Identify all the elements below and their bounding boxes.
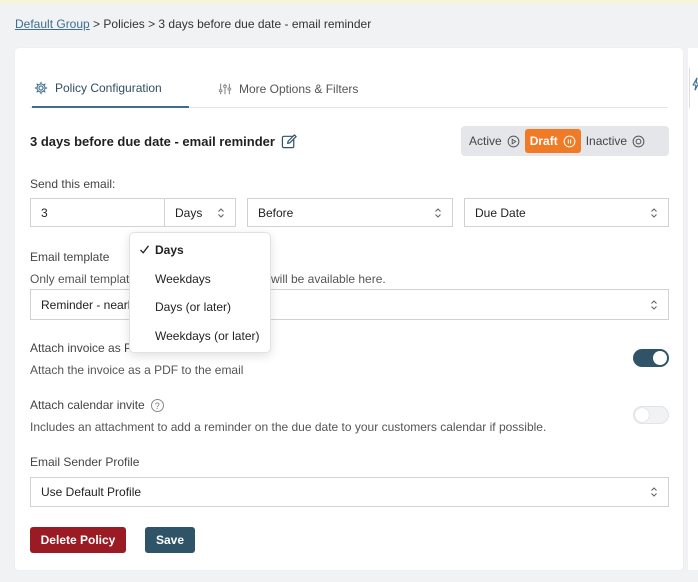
unit-value: Days bbox=[175, 205, 203, 220]
help-icon[interactable]: ? bbox=[150, 399, 164, 413]
amount-input[interactable]: 3 bbox=[30, 198, 165, 227]
tab-label: Policy Configuration bbox=[55, 81, 162, 95]
status-inactive-button[interactable]: Inactive bbox=[581, 129, 650, 153]
checkmark-icon bbox=[140, 245, 150, 254]
unit-option-days-or-later[interactable]: Days (or later) bbox=[130, 293, 270, 322]
attach-invoice-toggle[interactable] bbox=[633, 349, 669, 367]
email-sender-profile-select[interactable]: Use Default Profile bbox=[30, 477, 669, 507]
lightning-icon[interactable] bbox=[691, 77, 698, 91]
toggle-knob bbox=[635, 408, 649, 422]
sliders-icon bbox=[218, 83, 232, 95]
policy-title-text: 3 days before due date - email reminder bbox=[30, 134, 275, 149]
tab-more-options-filters[interactable]: More Options & Filters bbox=[216, 70, 360, 108]
unit-option-label: Weekdays (or later) bbox=[155, 328, 260, 343]
status-label: Active bbox=[469, 134, 502, 148]
status-label: Draft bbox=[529, 134, 558, 148]
unit-option-weekdays[interactable]: Weekdays bbox=[130, 265, 270, 294]
stop-circle-icon bbox=[632, 135, 645, 147]
breadcrumb-trail: > Policies > 3 days before due date - em… bbox=[89, 17, 372, 31]
email-template-select[interactable]: Reminder - nearl bbox=[30, 289, 669, 320]
unit-option-label: Days (or later) bbox=[155, 300, 232, 315]
unit-option-days[interactable]: Days bbox=[130, 236, 270, 265]
pause-circle-icon bbox=[563, 135, 576, 147]
attach-calendar-label: Attach calendar invite? bbox=[30, 398, 164, 413]
unit-option-weekdays-or-later[interactable]: Weekdays (or later) bbox=[130, 322, 270, 351]
amount-value: 3 bbox=[41, 205, 48, 220]
chevron-updown-icon bbox=[651, 487, 657, 497]
attach-invoice-label: Attach invoice as P bbox=[30, 341, 133, 355]
play-circle-icon bbox=[507, 135, 520, 147]
policy-title: 3 days before due date - email reminder bbox=[30, 133, 298, 150]
status-draft-button[interactable]: Draft bbox=[524, 129, 581, 153]
status-label: Inactive bbox=[585, 134, 628, 148]
chevron-updown-icon bbox=[651, 299, 657, 310]
policy-card: Policy Configuration More Options & Filt… bbox=[15, 48, 683, 570]
send-email-label: Send this email: bbox=[30, 177, 116, 191]
unit-dropdown-menu: Days Weekdays Days (or later) Weekdays (… bbox=[129, 232, 271, 353]
breadcrumb-link-default-group[interactable]: Default Group bbox=[15, 17, 90, 31]
top-notice-strip bbox=[0, 0, 698, 3]
attach-invoice-help: Attach the invoice as a PDF to the email bbox=[30, 363, 244, 377]
reference-date-select[interactable]: Due Date bbox=[464, 198, 669, 227]
delete-policy-button[interactable]: Delete Policy bbox=[30, 527, 126, 553]
unit-option-label: Weekdays bbox=[155, 271, 211, 286]
chevron-updown-icon bbox=[218, 207, 224, 218]
email-sender-profile-label: Email Sender Profile bbox=[30, 455, 140, 469]
attach-calendar-help: Includes an attachment to add a reminder… bbox=[30, 420, 547, 434]
chevron-updown-icon bbox=[651, 207, 657, 218]
status-active-button[interactable]: Active bbox=[464, 129, 525, 153]
email-template-help-right: will be available here. bbox=[271, 272, 386, 286]
divider bbox=[689, 68, 690, 108]
relation-select[interactable]: Before bbox=[247, 198, 453, 227]
toggle-knob bbox=[653, 351, 667, 365]
breadcrumb: Default Group > Policies > 3 days before… bbox=[15, 17, 371, 31]
side-panel-edge bbox=[688, 48, 698, 570]
email-template-help-left: Only email templat bbox=[30, 272, 130, 286]
attach-calendar-label-text: Attach calendar invite bbox=[30, 398, 145, 412]
unit-option-label: Days bbox=[155, 243, 184, 258]
edit-icon[interactable] bbox=[281, 133, 298, 150]
reference-value: Due Date bbox=[475, 205, 526, 220]
chevron-updown-icon bbox=[435, 207, 441, 218]
email-template-label: Email template bbox=[30, 250, 110, 264]
status-toggle-group: Active Draft Inactive bbox=[461, 126, 669, 156]
attach-calendar-toggle[interactable] bbox=[633, 406, 669, 424]
tab-label: More Options & Filters bbox=[239, 82, 359, 96]
unit-select[interactable]: Days bbox=[164, 198, 236, 227]
relation-value: Before bbox=[258, 205, 294, 220]
gear-icon bbox=[34, 81, 48, 95]
tab-policy-configuration[interactable]: Policy Configuration bbox=[32, 70, 189, 108]
save-button[interactable]: Save bbox=[145, 527, 195, 553]
tab-bar: Policy Configuration More Options & Filt… bbox=[30, 70, 668, 108]
email-sender-profile-value: Use Default Profile bbox=[41, 485, 142, 499]
